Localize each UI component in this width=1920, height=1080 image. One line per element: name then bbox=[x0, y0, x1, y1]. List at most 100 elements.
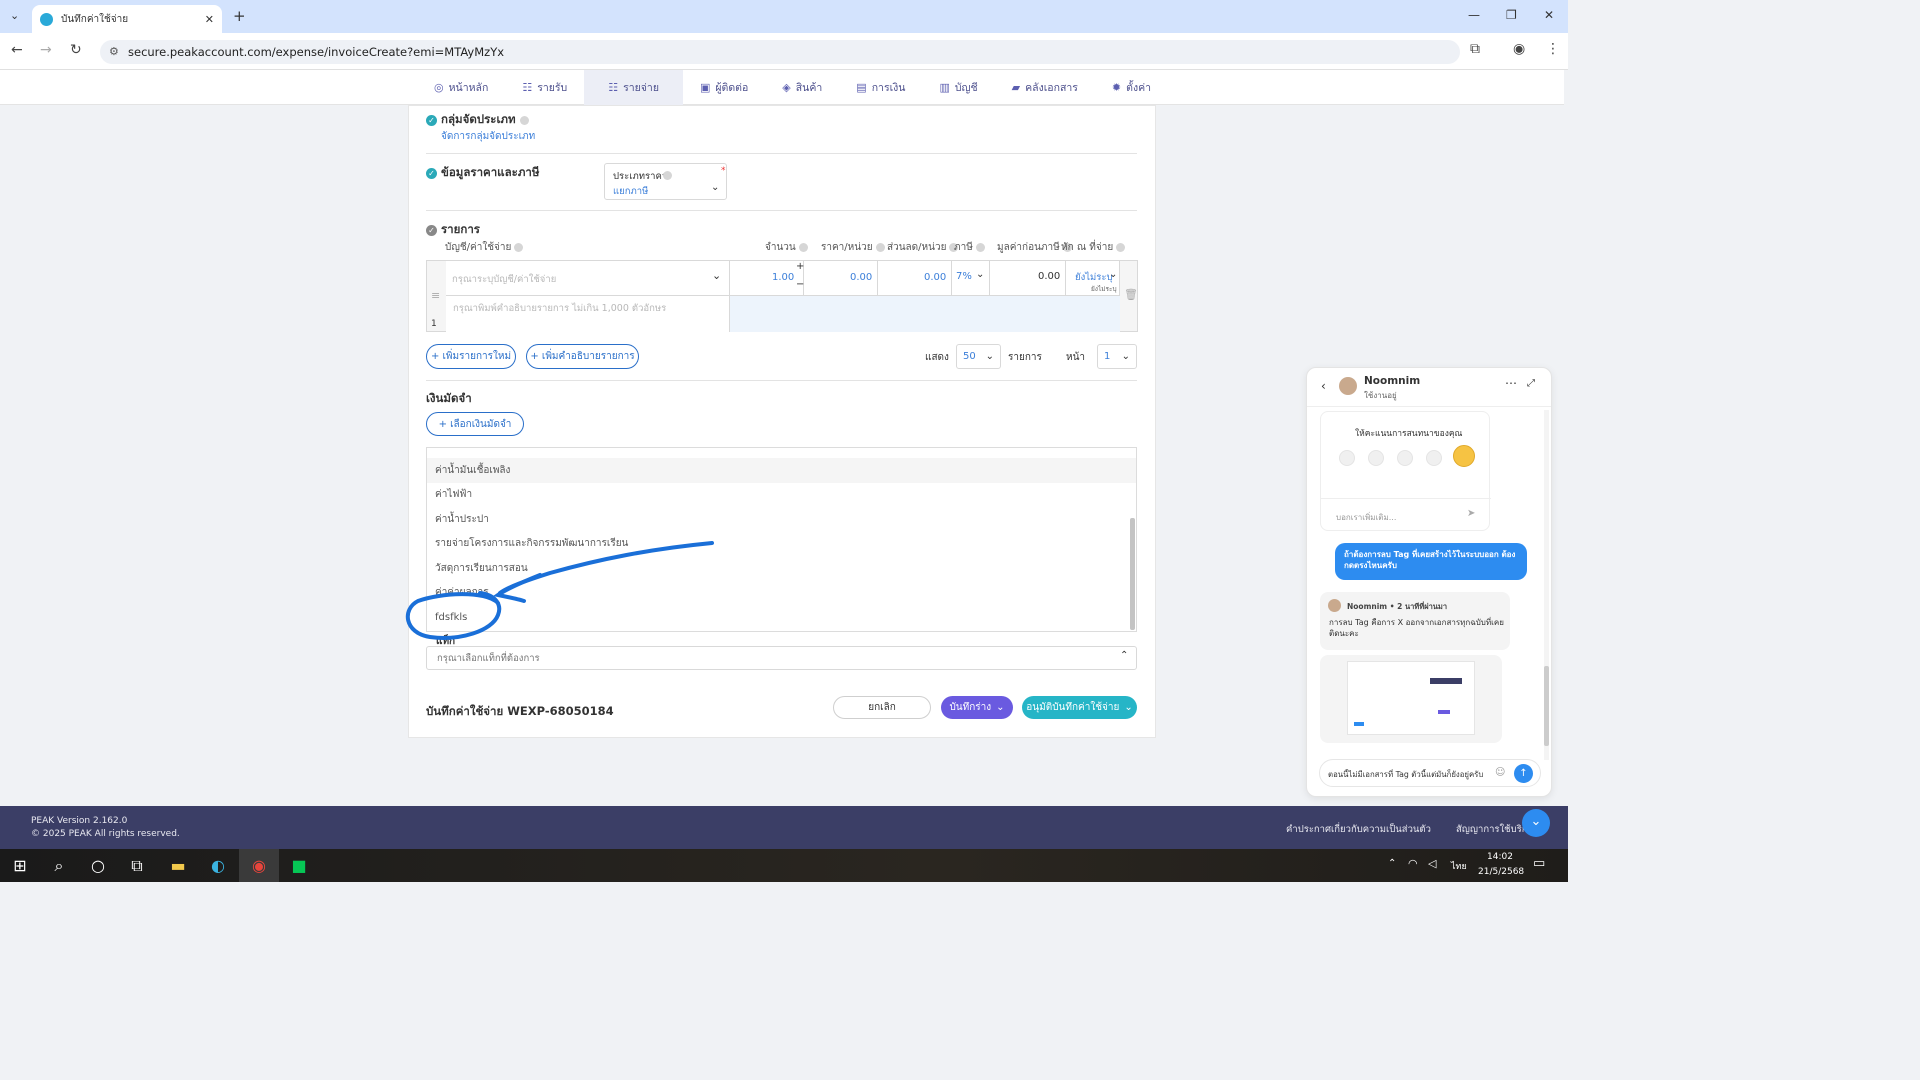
chevron-down-icon: ⌄ bbox=[1109, 269, 1118, 280]
tag-select[interactable]: กรุณาเลือกแท็กที่ต้องการ ⌃ bbox=[426, 646, 1137, 670]
url-input[interactable]: ⚙ secure.peakaccount.com/expense/invoice… bbox=[100, 40, 1460, 64]
feedback-input[interactable]: บอกเราเพิ่มเติม... bbox=[1336, 511, 1396, 524]
copyright-text: © 2025 PEAK All rights reserved. bbox=[31, 829, 180, 839]
help-icon[interactable] bbox=[663, 171, 672, 180]
approve-button[interactable]: อนุมัติบันทึกค่าใช้จ่าย ⌄ bbox=[1022, 696, 1137, 719]
dropdown-option[interactable]: ค่าน้ำประปา bbox=[427, 507, 1136, 532]
emoji-icon[interactable]: ☺ bbox=[1495, 767, 1505, 778]
windows-start-icon[interactable]: ⊞ bbox=[0, 849, 40, 882]
forward-icon[interactable]: → bbox=[40, 42, 52, 58]
chat-toggle-icon[interactable]: ⌄ bbox=[1522, 809, 1550, 837]
account-select[interactable]: กรุณาระบุบัญชี/ค่าใช้จ่าย ⌄ bbox=[446, 261, 730, 296]
help-icon[interactable] bbox=[798, 243, 808, 252]
dropdown-scrollbar[interactable] bbox=[1130, 518, 1135, 630]
help-icon[interactable] bbox=[1116, 243, 1126, 252]
volume-icon[interactable]: ◁ bbox=[1428, 857, 1436, 870]
task-view-icon[interactable]: ⧉ bbox=[117, 849, 157, 882]
col-price: ราคา/หน่วย bbox=[821, 240, 885, 255]
help-icon[interactable] bbox=[975, 243, 985, 252]
notification-icon[interactable]: ▭ bbox=[1533, 856, 1545, 871]
nav-finance[interactable]: ▤ การเงิน bbox=[839, 70, 922, 105]
dropdown-option[interactable]: ค่าน้ำมันเชื้อเพลิง bbox=[427, 458, 1136, 483]
add-description-button[interactable]: + เพิ่มคำอธิบายรายการ bbox=[526, 344, 639, 369]
tax-select[interactable]: 7% ⌄ bbox=[952, 261, 990, 296]
tray-chevron-icon[interactable]: ⌃ bbox=[1388, 858, 1396, 869]
rating-emoji-2-icon[interactable] bbox=[1368, 450, 1384, 466]
close-window-icon[interactable]: ✕ bbox=[1544, 8, 1554, 22]
extensions-icon[interactable]: ⧉ bbox=[1470, 41, 1480, 57]
user-message: ถ้าต้องการลบ Tag ที่เคยสร้างไว้ในระบบออก… bbox=[1335, 543, 1527, 580]
price-type-select[interactable]: ประเภทราคา * แยกภาษี ⌄ bbox=[604, 163, 727, 200]
rating-emoji-1-icon[interactable] bbox=[1339, 450, 1355, 466]
close-tab-icon[interactable]: ✕ bbox=[205, 13, 214, 26]
nav-documents[interactable]: ▰ คลังเอกสาร bbox=[995, 70, 1095, 105]
qty-stepper[interactable]: 1.00 + − bbox=[730, 261, 804, 296]
chat-scroll-track[interactable] bbox=[1544, 410, 1549, 760]
search-icon[interactable]: ⌕ bbox=[39, 849, 79, 882]
rating-emoji-4-icon[interactable] bbox=[1426, 450, 1442, 466]
page-select[interactable]: 1 ⌄ bbox=[1097, 344, 1137, 369]
col-qty: จำนวน bbox=[765, 240, 808, 255]
add-item-button[interactable]: + เพิ่มรายการใหม่ bbox=[426, 344, 516, 369]
folder-icon: ▰ bbox=[1011, 80, 1021, 94]
send-icon[interactable]: ↑ bbox=[1514, 764, 1533, 783]
edge-icon[interactable]: ◐ bbox=[198, 849, 238, 882]
tab-title: บันทึกค่าใช้จ่าย bbox=[61, 13, 129, 25]
nav-contacts[interactable]: ▣ ผู้ติดต่อ bbox=[683, 70, 765, 105]
minimize-icon[interactable]: — bbox=[1468, 8, 1480, 22]
items-section-title: ✓ รายการ bbox=[426, 221, 480, 239]
nav-products[interactable]: ◈ สินค้า bbox=[765, 70, 839, 105]
withholding-select[interactable]: ยังไม่ระบุ ⌄ ยังไม่ระบุ bbox=[1066, 261, 1120, 296]
line-icon[interactable]: ■ bbox=[279, 849, 319, 882]
page-size-select[interactable]: 50 ⌄ bbox=[956, 344, 1001, 369]
back-icon[interactable]: ← bbox=[11, 42, 23, 58]
new-tab-icon[interactable]: + bbox=[233, 7, 246, 25]
divider bbox=[426, 210, 1137, 211]
attachment-thumbnail[interactable] bbox=[1320, 655, 1502, 743]
chrome-icon[interactable]: ◉ bbox=[239, 849, 279, 882]
chat-input[interactable]: ตอนนี้ไม่มีเอกสารที่ Tag ตัวนี้แต่มันก็ย… bbox=[1319, 759, 1541, 787]
help-icon[interactable] bbox=[875, 243, 885, 252]
rating-emoji-3-icon[interactable] bbox=[1397, 450, 1413, 466]
chat-scroll-thumb[interactable] bbox=[1544, 666, 1549, 746]
discount-input[interactable]: 0.00 bbox=[878, 261, 952, 296]
price-input[interactable]: 0.00 bbox=[804, 261, 878, 296]
trash-icon[interactable]: 🗑 bbox=[1124, 288, 1138, 301]
help-icon[interactable] bbox=[519, 115, 529, 125]
language-indicator[interactable]: ไทย bbox=[1451, 859, 1467, 873]
nav-expense[interactable]: ☷ รายจ่าย bbox=[584, 69, 683, 105]
terms-link[interactable]: สัญญาการใช้บริก bbox=[1456, 822, 1528, 837]
cortana-icon[interactable]: ○ bbox=[78, 849, 118, 882]
dropdown-option[interactable]: ค่าไฟฟ้า bbox=[427, 483, 1136, 508]
app-navbar: ◎ หน้าหลัก ☷ รายรับ ☷ รายจ่าย ▣ ผู้ติดต่อ ◈ ส… bbox=[0, 69, 1564, 105]
nav-settings[interactable]: ✹ ตั้งค่า bbox=[1095, 70, 1168, 105]
file-explorer-icon[interactable]: ▬ bbox=[158, 849, 198, 882]
nav-home[interactable]: ◎ หน้าหลัก bbox=[417, 70, 505, 105]
nav-accounting[interactable]: ▥ บัญชี bbox=[922, 70, 994, 105]
drag-handle-icon[interactable]: ≡ bbox=[431, 289, 440, 302]
agent-message: การลบ Tag คือการ X ออกจากเอกสารทุกฉบับที… bbox=[1329, 618, 1504, 639]
save-draft-button[interactable]: บันทึกร่าง ⌄ bbox=[941, 696, 1013, 719]
expand-icon[interactable]: ⤢ bbox=[1527, 378, 1535, 389]
wifi-icon[interactable]: ◠ bbox=[1408, 857, 1418, 870]
chat-back-icon[interactable]: ‹ bbox=[1321, 379, 1326, 393]
menu-dots-icon[interactable]: ⋮ bbox=[1546, 41, 1560, 57]
send-feedback-icon[interactable]: ➤ bbox=[1467, 508, 1475, 519]
help-icon[interactable] bbox=[514, 243, 524, 252]
tab-list-icon[interactable]: ⌄ bbox=[10, 9, 19, 22]
manage-group-link[interactable]: จัดการกลุ่มจัดประเภท bbox=[441, 129, 535, 144]
rating-emoji-5-icon[interactable] bbox=[1453, 445, 1475, 467]
site-info-icon[interactable]: ⚙ bbox=[109, 45, 119, 58]
browser-tab[interactable]: บันทึกค่าใช้จ่าย ✕ bbox=[32, 5, 222, 33]
divider bbox=[426, 153, 1137, 154]
nav-income[interactable]: ☷ รายรับ bbox=[505, 70, 584, 105]
reload-icon[interactable]: ↻ bbox=[70, 42, 82, 58]
cancel-button[interactable]: ยกเลิก bbox=[833, 696, 931, 719]
col-account: บัญชี/ค่าใช้จ่าย bbox=[445, 240, 524, 255]
profile-icon[interactable]: ◉ bbox=[1513, 41, 1525, 57]
restore-icon[interactable]: ❐ bbox=[1506, 8, 1517, 22]
privacy-link[interactable]: คำประกาศเกี่ยวกับความเป็นส่วนตัว bbox=[1286, 822, 1431, 837]
chat-menu-icon[interactable]: ⋯ bbox=[1505, 376, 1517, 390]
select-deposit-button[interactable]: + เลือกเงินมัดจำ bbox=[426, 412, 524, 436]
description-input[interactable]: กรุณาพิมพ์คำอธิบายรายการ ไม่เกิน 1,000 ต… bbox=[446, 296, 730, 332]
